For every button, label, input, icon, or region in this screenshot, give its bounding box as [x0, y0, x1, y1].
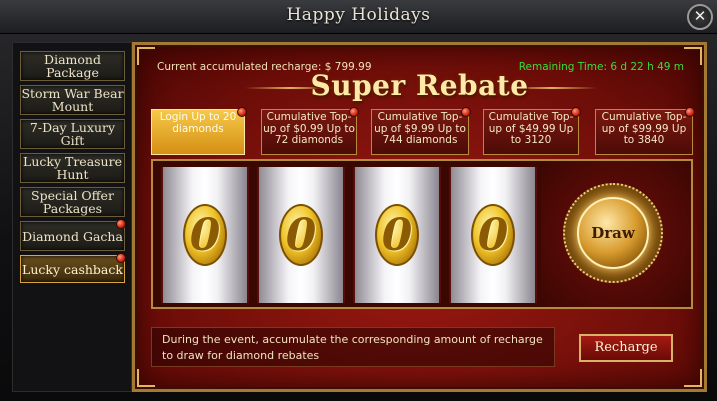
- coin-digit: 0: [375, 204, 419, 266]
- coin-digit: 0: [471, 204, 515, 266]
- sidebar-item-label: Storm War Bear Mount: [21, 86, 124, 114]
- sidebar-item-lucky-treasure-hunt[interactable]: Lucky Treasure Hunt: [20, 153, 125, 183]
- banner-title: Super Rebate: [310, 69, 529, 102]
- window-title: Happy Holidays: [286, 5, 431, 25]
- sidebar-item-storm-war-bear-mount[interactable]: Storm War Bear Mount: [20, 85, 125, 115]
- sidebar-item-lucky-cashback[interactable]: Lucky cashback: [20, 255, 125, 283]
- sidebar-item-diamond-gacha[interactable]: Diamond Gacha: [20, 221, 125, 251]
- notification-dot: [461, 107, 471, 117]
- corner-ornament: [684, 47, 702, 65]
- notification-dot: [571, 107, 581, 117]
- reel-4: 0: [449, 167, 537, 303]
- reel-3: 0: [353, 167, 441, 303]
- reel-2: 0: [257, 167, 345, 303]
- sidebar-item-diamond-package[interactable]: Diamond Package: [20, 51, 125, 81]
- tab-label: Cumulative Top-up of $99.99 Up to 3840: [601, 111, 687, 146]
- game-window: Happy Holidays ✕ Diamond Package Storm W…: [0, 0, 717, 401]
- sidebar-item-label: 7-Day Luxury Gift: [29, 120, 116, 148]
- slot-machine: 0 0 0 0 Draw: [151, 159, 693, 309]
- notification-dot: [116, 219, 126, 229]
- tab-login[interactable]: Login Up to 20 diamonds: [151, 109, 245, 155]
- tab-label: Cumulative Top-up of $9.99 Up to 744 dia…: [374, 111, 466, 146]
- close-icon: ✕: [693, 7, 707, 25]
- draw-button[interactable]: Draw: [577, 197, 649, 269]
- tab-label: Cumulative Top-up of $49.99 Up to 3120: [488, 111, 574, 146]
- notification-dot: [349, 107, 359, 117]
- sidebar-item-special-offer-packages[interactable]: Special Offer Packages: [20, 187, 125, 217]
- sidebar-item-7-day-luxury-gift[interactable]: 7-Day Luxury Gift: [20, 119, 125, 149]
- corner-ornament: [684, 369, 702, 387]
- sidebar-item-label: Lucky cashback: [22, 261, 123, 277]
- tab-top-up-49-99[interactable]: Cumulative Top-up of $49.99 Up to 3120: [483, 109, 579, 155]
- tab-label: Cumulative Top-up of $0.99 Up to 72 diam…: [263, 111, 355, 146]
- tab-label: Login Up to 20 diamonds: [159, 111, 237, 135]
- notification-dot: [685, 107, 695, 117]
- sidebar-item-label: Special Offer Packages: [31, 188, 114, 216]
- coin-digit: 0: [279, 204, 323, 266]
- tab-top-up-99-99[interactable]: Cumulative Top-up of $99.99 Up to 3840: [595, 109, 693, 155]
- notification-dot: [237, 107, 247, 117]
- notification-dot: [116, 253, 126, 263]
- reel-1: 0: [161, 167, 249, 303]
- draw-area: Draw: [541, 161, 691, 307]
- event-description: During the event, accumulate the corresp…: [151, 327, 555, 367]
- super-rebate-panel: Current accumulated recharge: $ 799.99 R…: [132, 42, 707, 392]
- coin-digit: 0: [183, 204, 227, 266]
- title-bar: Happy Holidays ✕: [0, 0, 717, 34]
- recharge-button[interactable]: Recharge: [579, 334, 673, 362]
- sidebar-item-label: Diamond Gacha: [22, 228, 123, 244]
- corner-ornament: [137, 369, 155, 387]
- tab-top-up-9-99[interactable]: Cumulative Top-up of $9.99 Up to 744 dia…: [371, 109, 469, 155]
- tab-top-up-0-99[interactable]: Cumulative Top-up of $0.99 Up to 72 diam…: [261, 109, 357, 155]
- sidebar-item-label: Diamond Package: [44, 52, 101, 80]
- corner-ornament: [137, 47, 155, 65]
- close-button[interactable]: ✕: [687, 4, 713, 30]
- sidebar: Diamond Package Storm War Bear Mount 7-D…: [12, 42, 132, 392]
- sidebar-item-label: Lucky Treasure Hunt: [23, 154, 122, 182]
